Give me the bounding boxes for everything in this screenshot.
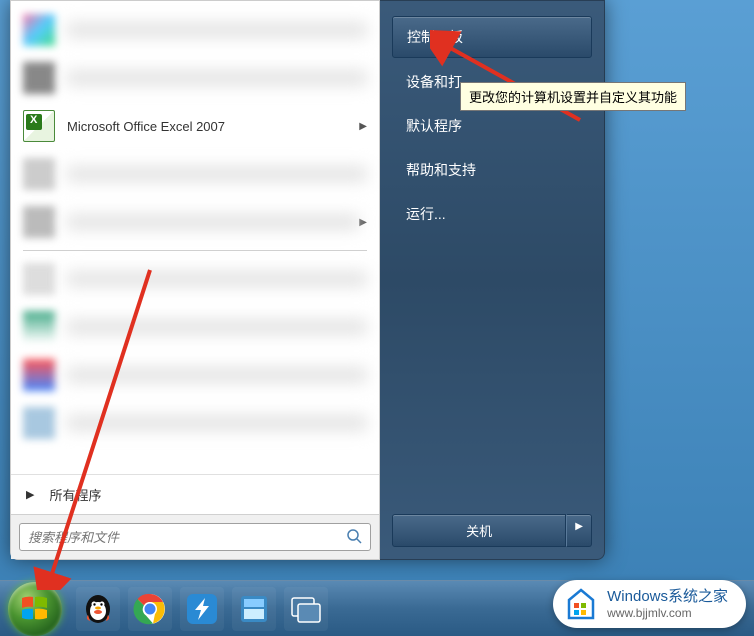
chevron-right-icon: ▶ [26, 488, 34, 501]
chevron-right-icon: ▶ [359, 217, 367, 228]
shutdown-button[interactable]: 关机 [392, 514, 566, 547]
program-icon [23, 14, 55, 46]
taskbar-chrome-icon[interactable] [128, 587, 172, 631]
taskbar-app-icon[interactable] [284, 587, 328, 631]
start-button[interactable] [8, 582, 62, 636]
program-item-blurred[interactable] [13, 399, 377, 447]
search-box[interactable] [19, 523, 371, 551]
program-icon [23, 311, 55, 343]
programs-list: Microsoft Office Excel 2007 ▶ ▶ [11, 1, 379, 474]
tooltip: 更改您的计算机设置并自定义其功能 [460, 82, 686, 111]
taskbar-thunder-icon[interactable] [180, 587, 224, 631]
program-icon [23, 263, 55, 295]
program-item-blurred[interactable]: ▶ [13, 198, 377, 246]
program-icon [23, 158, 55, 190]
all-programs-button[interactable]: ▶ 所有程序 [11, 474, 379, 514]
excel-icon [23, 110, 55, 142]
all-programs-label: 所有程序 [49, 485, 101, 504]
program-item-blurred[interactable] [13, 6, 377, 54]
windows-logo-icon [20, 594, 50, 624]
right-item-help[interactable]: 帮助和支持 [392, 150, 592, 190]
watermark: Windows系统之家 www.bjjmlv.com [553, 580, 746, 628]
program-label-hidden [67, 23, 367, 37]
program-item-blurred[interactable] [13, 54, 377, 102]
right-item-run[interactable]: 运行... [392, 194, 592, 234]
shutdown-area: 关机 ▶ [392, 514, 592, 547]
program-label-hidden [67, 416, 367, 430]
chevron-right-icon: ▶ [359, 121, 367, 132]
program-item-blurred[interactable] [13, 150, 377, 198]
watermark-url: www.bjjmlv.com [607, 606, 728, 620]
program-label-hidden [67, 272, 367, 286]
search-icon[interactable] [346, 528, 362, 547]
search-container [11, 514, 379, 559]
program-icon [23, 206, 55, 238]
program-label: Microsoft Office Excel 2007 [67, 119, 359, 134]
program-icon [23, 62, 55, 94]
watermark-title: Windows系统之家 [607, 588, 728, 606]
taskbar-app-icon[interactable] [232, 587, 276, 631]
taskbar-qq-icon[interactable] [76, 587, 120, 631]
program-icon [23, 359, 55, 391]
separator [23, 250, 367, 251]
program-item-excel[interactable]: Microsoft Office Excel 2007 ▶ [13, 102, 377, 150]
right-item-default-programs[interactable]: 默认程序 [392, 106, 592, 146]
start-menu-left-panel: Microsoft Office Excel 2007 ▶ ▶ [10, 0, 380, 560]
program-label-hidden [67, 320, 367, 334]
program-item-blurred[interactable] [13, 255, 377, 303]
program-label-hidden [67, 215, 359, 229]
program-label-hidden [67, 368, 367, 382]
program-item-blurred[interactable] [13, 351, 377, 399]
program-label-hidden [67, 167, 367, 181]
shutdown-options-button[interactable]: ▶ [566, 514, 592, 547]
program-item-blurred[interactable] [13, 303, 377, 351]
search-input[interactable] [28, 530, 346, 545]
watermark-logo-icon [563, 586, 599, 622]
program-icon [23, 407, 55, 439]
right-item-control-panel[interactable]: 控制面板 [392, 16, 592, 58]
program-label-hidden [67, 71, 367, 85]
